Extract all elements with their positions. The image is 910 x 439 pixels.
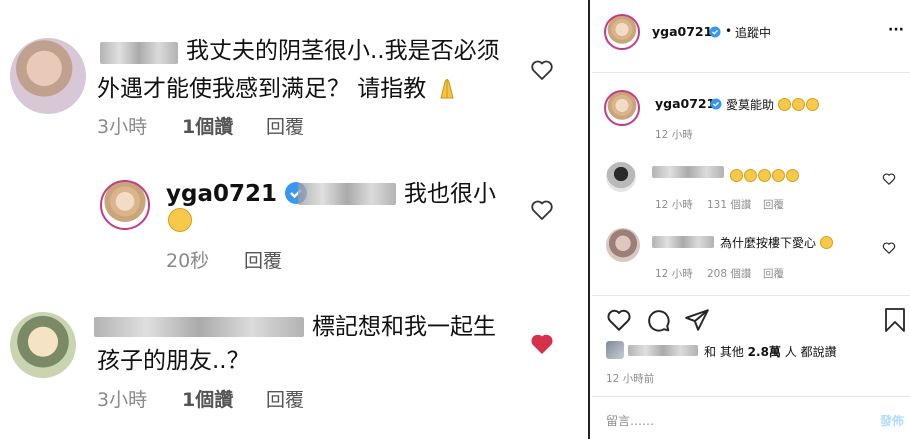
rofl-emoji-icon — [772, 169, 785, 182]
caption-text: 愛莫能助 — [726, 96, 820, 113]
heart-icon[interactable] — [530, 58, 554, 82]
comment1-time: 12 小時 — [655, 199, 693, 211]
comment2-reply-button[interactable]: 回覆 — [763, 266, 784, 281]
heart-filled-icon[interactable] — [530, 332, 554, 356]
caption-text-content: 愛莫能助 — [726, 98, 775, 112]
follow-status[interactable]: 追蹤中 — [735, 24, 771, 41]
heart-icon[interactable] — [530, 198, 554, 222]
post-time: 12 小時前 — [606, 373, 655, 385]
likes-suffix: 人 都說讚 — [784, 345, 837, 359]
comment2-time: 12 小時 — [655, 268, 693, 280]
header-username[interactable]: yga0721 — [652, 24, 712, 39]
instagram-post-panel: yga0721 • 追蹤中 ··· yga0721 愛莫能助 12 小時 12 … — [592, 0, 910, 439]
save-bookmark-icon[interactable] — [884, 307, 906, 333]
caption-time: 12 小時 — [655, 129, 693, 141]
comment-input[interactable]: 留言…… — [606, 412, 654, 429]
reply-username[interactable]: yga0721 — [166, 181, 277, 207]
grin-sweat-emoji-icon — [777, 98, 791, 111]
header-avatar[interactable] — [604, 14, 640, 50]
share-paper-plane-icon[interactable] — [684, 307, 710, 333]
rofl-emoji-icon — [730, 169, 743, 182]
blurred-liker-name[interactable] — [628, 345, 698, 356]
header-divider — [592, 72, 910, 73]
commenter-avatar[interactable] — [606, 162, 636, 192]
reply-header: yga0721 — [166, 178, 308, 211]
comment-text-line1: 我丈夫的阴茎很小..我是否必须 — [186, 38, 500, 64]
comment-bubble-icon[interactable] — [645, 307, 671, 333]
comment2-text-line2: 孩子的朋友..？ — [97, 348, 250, 374]
reply-reply-button[interactable]: 回覆 — [244, 246, 282, 273]
laughing-emojis — [730, 165, 800, 184]
comment-likes[interactable]: 1個讚 — [182, 112, 233, 139]
comment2-time: 3小時 — [97, 389, 148, 411]
blurred-username[interactable] — [652, 236, 714, 248]
heart-icon[interactable] — [882, 241, 896, 255]
likes-prefix: 和 其他 — [704, 345, 744, 359]
comment2-text-line1: 標記想和我一起生 — [312, 314, 496, 340]
actions-divider — [592, 295, 910, 296]
comment-time: 3小時 — [97, 116, 148, 138]
verified-badge-icon — [709, 26, 721, 38]
comment1-reply-button[interactable]: 回覆 — [763, 197, 784, 212]
rofl-emoji-icon — [786, 169, 799, 182]
comment2-likes[interactable]: 1個讚 — [182, 385, 233, 412]
input-divider — [592, 396, 910, 397]
pray-emoji-icon — [434, 74, 460, 100]
liker-avatar[interactable] — [606, 341, 624, 359]
header-separator: • — [725, 24, 733, 38]
grin-sweat-emoji-icon — [819, 236, 833, 249]
grin-sweat-emoji-icon — [805, 98, 819, 111]
grin-sweat-emoji-icon — [168, 208, 192, 232]
blurred-username[interactable] — [100, 42, 178, 64]
commenter-avatar[interactable] — [10, 38, 86, 114]
more-options-icon[interactable]: ··· — [888, 22, 904, 38]
rofl-emoji-icon — [758, 169, 771, 182]
zoomed-comments-panel: 我丈夫的阴茎很小..我是否必须 外遇才能使我感到满足？ 请指教 3小時 1個讚 … — [0, 0, 590, 439]
reply-button[interactable]: 回覆 — [266, 112, 304, 139]
commenter-avatar[interactable] — [606, 228, 640, 262]
rofl-emoji-icon — [744, 169, 757, 182]
blurred-username[interactable] — [652, 166, 724, 178]
blurred-username[interactable] — [94, 317, 304, 337]
comment2-reply-button[interactable]: 回覆 — [266, 385, 304, 412]
reply-text: 我也很小 — [404, 181, 496, 207]
verified-badge-icon — [710, 98, 722, 110]
comment2-text: 為什麼按樓下愛心 — [720, 234, 834, 251]
comment2-likes[interactable]: 208 個讚 — [707, 266, 751, 281]
caption-username[interactable]: yga0721 — [655, 96, 715, 111]
yga-avatar[interactable] — [100, 180, 150, 230]
grin-sweat-emoji-icon — [791, 98, 805, 111]
caption-avatar[interactable] — [604, 90, 640, 126]
commenter-avatar[interactable] — [10, 312, 76, 378]
comment2-likes-label[interactable]: 1個讚 — [182, 389, 233, 411]
post-comment-button[interactable]: 發佈 — [880, 412, 904, 429]
comment-text-line2: 外遇才能使我感到满足？ 请指教 — [97, 73, 460, 106]
comment2-text-content: 為什麼按樓下愛心 — [720, 236, 817, 250]
like-heart-icon[interactable] — [606, 307, 632, 333]
blurred-mention[interactable] — [298, 183, 396, 205]
likes-summary[interactable]: 和 其他 2.8萬 人 都說讚 — [704, 343, 837, 360]
heart-icon[interactable] — [882, 172, 896, 186]
comment-text-line2-content: 外遇才能使我感到满足？ 请指教 — [97, 76, 427, 102]
comment1-likes[interactable]: 131 個讚 — [707, 197, 751, 212]
comment-likes-label[interactable]: 1個讚 — [182, 116, 233, 138]
likes-count[interactable]: 2.8萬 — [748, 345, 781, 359]
reply-time: 20秒 — [166, 250, 210, 272]
